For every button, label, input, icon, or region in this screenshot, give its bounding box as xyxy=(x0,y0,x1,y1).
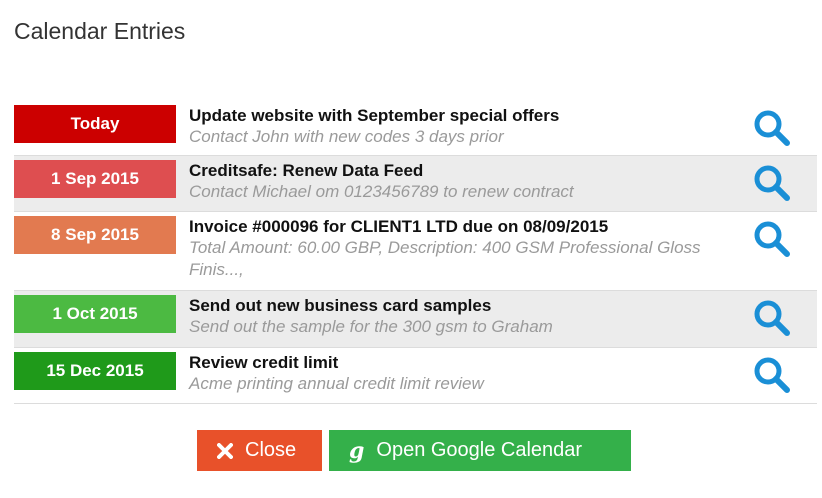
search-icon[interactable] xyxy=(752,219,792,259)
dialog-title: Calendar Entries xyxy=(14,18,186,44)
search-icon[interactable] xyxy=(752,163,792,203)
entry-description: Send out the sample for the 300 gsm to G… xyxy=(189,317,553,336)
entry-description: Acme printing annual credit limit review xyxy=(189,374,484,393)
entries-list: Today Update website with September spec… xyxy=(14,101,817,404)
list-item: 15 Dec 2015 Review credit limit Acme pri… xyxy=(14,348,817,404)
list-item: 1 Sep 2015 Creditsafe: Renew Data Feed C… xyxy=(14,156,817,212)
google-calendar-label: Open Google Calendar xyxy=(376,439,583,461)
entry-description: Contact Michael om 0123456789 to renew c… xyxy=(189,182,574,201)
close-label: Close xyxy=(245,439,297,461)
calendar-entries-dialog: Calendar Entries Today Update website wi… xyxy=(0,0,822,498)
entry-text: Creditsafe: Renew Data Feed Contact Mich… xyxy=(189,160,757,203)
entry-text: Invoice #000096 for CLIENT1 LTD due on 0… xyxy=(189,216,757,281)
entry-description: Contact John with new codes 3 days prior xyxy=(189,127,504,146)
list-item: 8 Sep 2015 Invoice #000096 for CLIENT1 L… xyxy=(14,212,817,291)
dialog-actions: Close g Open Google Calendar xyxy=(197,430,631,471)
entry-title: Review credit limit xyxy=(189,353,339,372)
entry-description: Total Amount: 60.00 GBP, Description: 40… xyxy=(189,238,701,279)
entry-text: Update website with September special of… xyxy=(189,105,757,148)
entry-text: Send out new business card samples Send … xyxy=(189,295,757,338)
entry-title: Send out new business card samples xyxy=(189,296,492,315)
list-item: Today Update website with September spec… xyxy=(14,101,817,156)
close-button[interactable]: Close xyxy=(197,430,322,471)
entry-title: Creditsafe: Renew Data Feed xyxy=(189,161,424,180)
google-icon: g xyxy=(349,437,365,464)
date-badge: 15 Dec 2015 xyxy=(14,352,176,390)
date-badge: 8 Sep 2015 xyxy=(14,216,176,254)
date-badge: Today xyxy=(14,105,176,143)
list-item: 1 Oct 2015 Send out new business card sa… xyxy=(14,291,817,348)
date-badge: 1 Oct 2015 xyxy=(14,295,176,333)
search-icon[interactable] xyxy=(752,298,792,338)
search-icon[interactable] xyxy=(752,108,792,148)
entry-title: Invoice #000096 for CLIENT1 LTD due on 0… xyxy=(189,217,609,236)
entry-title: Update website with September special of… xyxy=(189,106,560,125)
search-icon[interactable] xyxy=(752,355,792,395)
date-badge: 1 Sep 2015 xyxy=(14,160,176,198)
entry-text: Review credit limit Acme printing annual… xyxy=(189,352,757,395)
open-google-calendar-button[interactable]: g Open Google Calendar xyxy=(329,430,631,471)
close-icon xyxy=(217,442,233,459)
